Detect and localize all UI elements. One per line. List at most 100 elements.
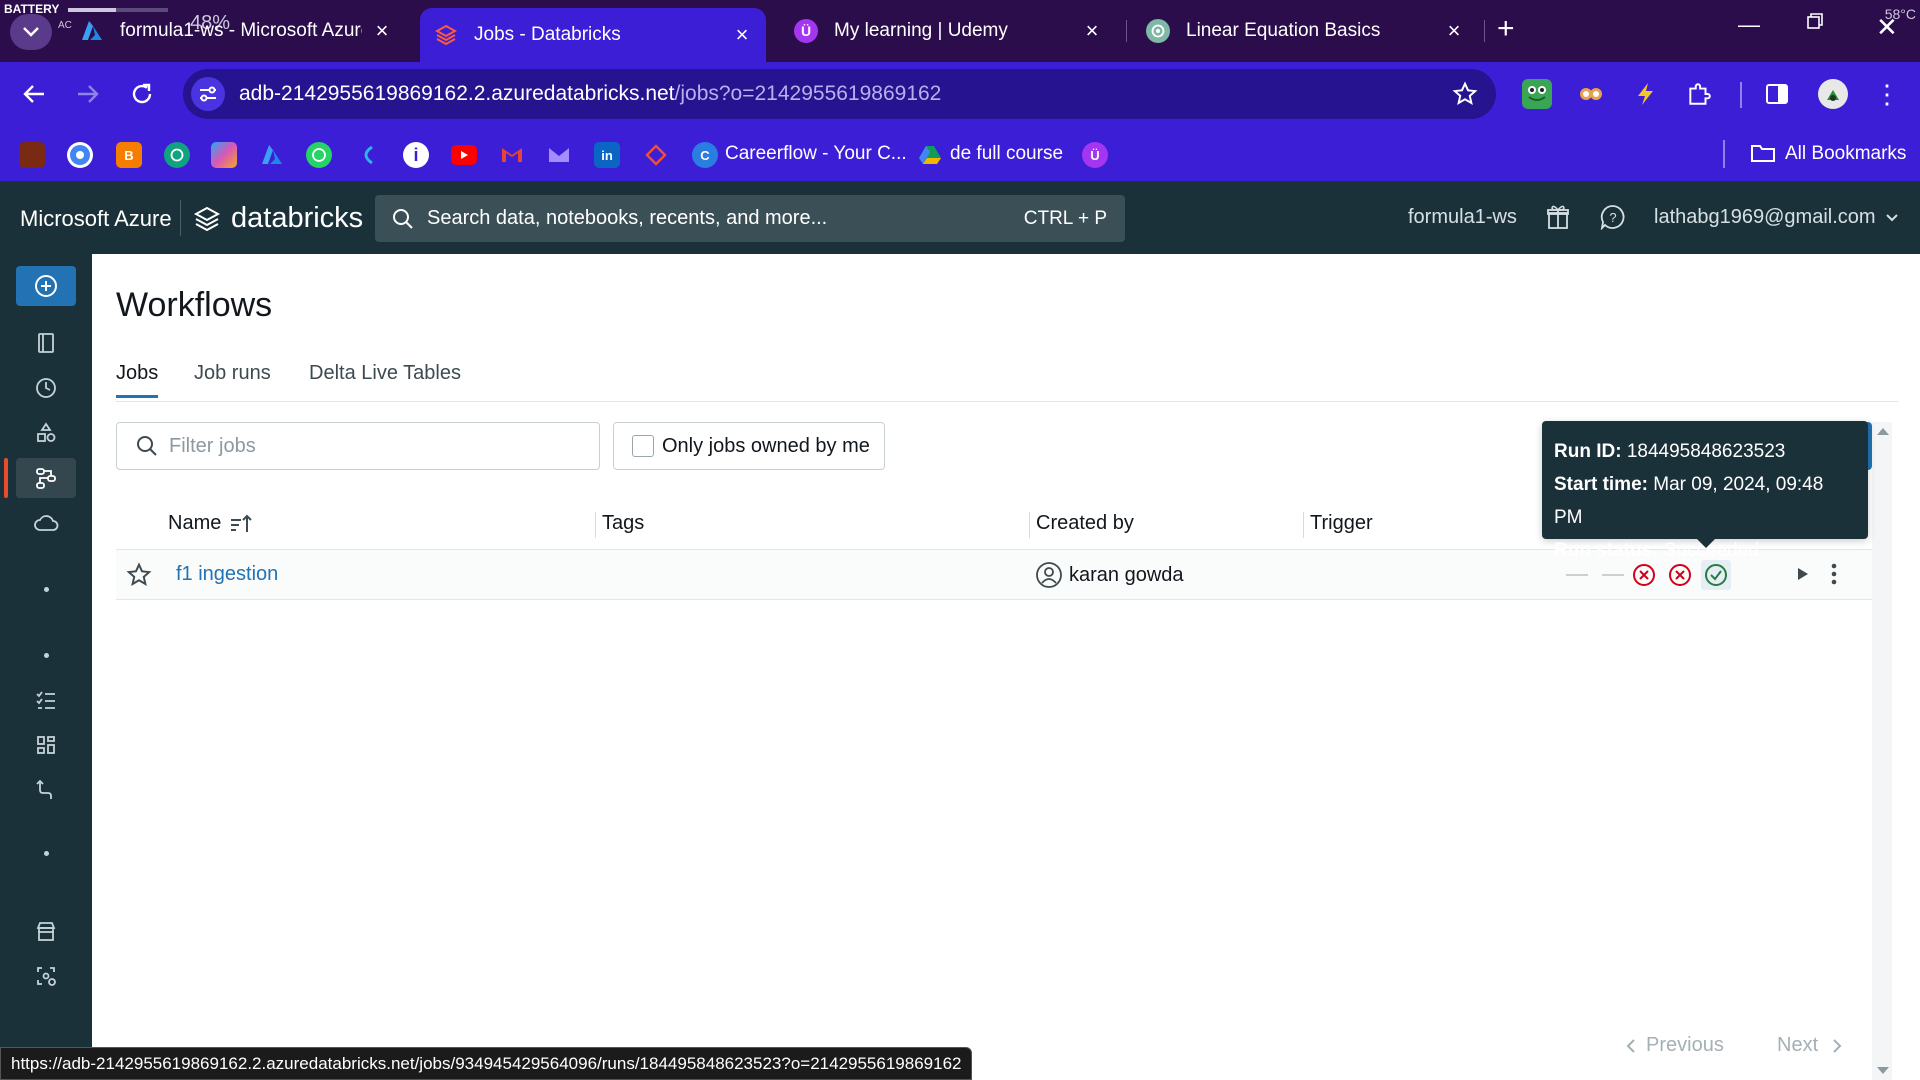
column-name[interactable]: Name: [168, 512, 253, 535]
workspace-nav-icon[interactable]: [16, 323, 76, 363]
run-status-none: [1566, 574, 1588, 576]
bookmark-git-icon[interactable]: [643, 142, 669, 168]
marketplace-store-icon[interactable]: [16, 912, 76, 952]
vertical-scrollbar[interactable]: [1872, 422, 1892, 1080]
tab-job-runs[interactable]: Job runs: [194, 362, 271, 395]
workspace-name[interactable]: formula1-ws: [1408, 206, 1517, 229]
nav-section-dot: [44, 587, 49, 592]
lightning-extension-icon[interactable]: [1630, 79, 1660, 109]
job-name-link[interactable]: f1 ingestion: [176, 563, 278, 586]
sort-ascending-icon[interactable]: [229, 513, 253, 535]
tab-delta-live-tables[interactable]: Delta Live Tables: [309, 362, 461, 395]
compute-cloud-icon[interactable]: [16, 503, 76, 543]
workflow-tabs: Jobs Job runs Delta Live Tables: [116, 362, 1898, 402]
scroll-up-arrow-icon[interactable]: [1877, 428, 1889, 435]
address-bar[interactable]: adb-2142955619869162.2.azuredatabricks.n…: [183, 69, 1496, 119]
partner-connect-icon[interactable]: [16, 956, 76, 996]
recents-clock-icon[interactable]: [16, 368, 76, 408]
owl-extension-icon[interactable]: [1576, 79, 1606, 109]
bookmark-copilot-icon[interactable]: [211, 142, 237, 168]
forward-button[interactable]: [72, 78, 104, 110]
chevron-right-icon: [1832, 1038, 1842, 1054]
new-button[interactable]: [16, 266, 76, 306]
bookmark-kaggle-icon[interactable]: [354, 142, 380, 168]
bookmark-linkedin-icon[interactable]: in: [594, 142, 620, 168]
bookmark-de-full-course[interactable]: de full course: [950, 143, 1063, 165]
user-menu[interactable]: lathabg1969@gmail.com: [1654, 206, 1899, 229]
next-page-button[interactable]: Next: [1777, 1034, 1842, 1057]
previous-page-button[interactable]: Previous: [1626, 1034, 1724, 1057]
bookmark-info-icon[interactable]: i: [403, 142, 429, 168]
bookmark-chrome-icon[interactable]: [67, 142, 93, 168]
alerts-pipeline-icon[interactable]: [16, 770, 76, 810]
tab-databricks[interactable]: Jobs - Databricks ×: [420, 8, 766, 62]
dashboards-icon[interactable]: [16, 725, 76, 765]
brand-name: databricks: [231, 202, 364, 234]
search-icon: [135, 434, 159, 458]
favorite-star-icon[interactable]: [126, 562, 152, 588]
scroll-down-arrow-icon[interactable]: [1877, 1067, 1889, 1074]
bookmark-whatsapp-icon[interactable]: [306, 142, 332, 168]
workflows-nav-icon[interactable]: [16, 458, 76, 498]
filter-jobs-input[interactable]: Filter jobs: [116, 422, 600, 470]
bookmark-photo-icon[interactable]: [19, 142, 45, 168]
side-panel-icon[interactable]: [1762, 79, 1792, 109]
all-bookmarks-link[interactable]: All Bookmarks: [1785, 143, 1906, 165]
bookmark-youtube-icon[interactable]: [451, 145, 477, 165]
job-creator: karan gowda: [1035, 561, 1184, 589]
catalog-shapes-icon[interactable]: [16, 413, 76, 453]
site-info-icon[interactable]: [191, 77, 225, 111]
column-name-label: Name: [168, 512, 222, 534]
owned-by-me-checkbox[interactable]: [632, 435, 654, 457]
careerflow-icon[interactable]: C: [692, 142, 718, 168]
extensions-puzzle-icon[interactable]: [1684, 79, 1714, 109]
bookmark-azure-icon[interactable]: [259, 142, 285, 168]
restore-button[interactable]: [1806, 12, 1824, 30]
start-time-label: Start time:: [1554, 474, 1648, 495]
bookmark-star-icon[interactable]: [1452, 81, 1478, 107]
column-resize-handle[interactable]: [595, 512, 596, 538]
bookmark-proton-mail-icon[interactable]: [546, 142, 572, 168]
tab-chatgpt[interactable]: Linear Equation Basics ×: [1132, 10, 1478, 52]
bookmarks-bar: B i in C Careerflow - Your C... de full …: [0, 126, 1920, 182]
frog-extension-icon[interactable]: [1522, 79, 1552, 109]
column-resize-handle[interactable]: [1303, 512, 1304, 538]
tab-jobs[interactable]: Jobs: [116, 362, 159, 398]
close-tab-icon[interactable]: ×: [1444, 20, 1464, 42]
arrow-left-icon: [23, 85, 44, 103]
bookmark-blogger-icon[interactable]: B: [116, 142, 142, 168]
tab-azure[interactable]: formula1-ws - Microsoft Azure ×: [66, 10, 406, 52]
global-search-input[interactable]: Search data, notebooks, recents, and mor…: [375, 195, 1125, 242]
close-tab-icon[interactable]: ×: [732, 24, 752, 46]
minimize-button[interactable]: —: [1738, 12, 1760, 38]
queries-list-icon[interactable]: [16, 680, 76, 720]
bookmark-chatgpt-icon[interactable]: [164, 142, 190, 168]
column-resize-handle[interactable]: [1029, 512, 1030, 538]
reload-button[interactable]: [126, 78, 158, 110]
owned-by-me-toggle[interactable]: Only jobs owned by me: [613, 422, 885, 470]
profile-avatar[interactable]: [1818, 79, 1848, 109]
close-window-button[interactable]: ✕: [1876, 12, 1898, 43]
new-tab-button[interactable]: +: [1497, 14, 1515, 44]
databricks-logo[interactable]: databricks: [193, 202, 363, 235]
azure-icon: [80, 19, 104, 43]
tab-udemy[interactable]: Ü My learning | Udemy ×: [780, 10, 1116, 52]
bookmark-udemy-icon[interactable]: Ü: [1082, 142, 1108, 168]
run-status-label: Run status:: [1554, 540, 1659, 561]
help-icon[interactable]: ?: [1600, 204, 1626, 230]
bookmark-careerflow[interactable]: Careerflow - Your C...: [725, 143, 907, 165]
back-button[interactable]: [18, 78, 50, 110]
browser-menu-icon[interactable]: ⋮: [1872, 79, 1902, 109]
gift-icon[interactable]: [1546, 204, 1570, 230]
tab-search-button[interactable]: [10, 14, 52, 50]
run-now-play-icon[interactable]: [1792, 564, 1812, 584]
google-drive-icon[interactable]: [917, 142, 943, 168]
user-avatar-icon: [1035, 561, 1063, 589]
owned-by-me-label: Only jobs owned by me: [662, 434, 870, 457]
svg-text:?: ?: [1609, 210, 1616, 225]
bookmark-gmail-icon[interactable]: [499, 142, 525, 168]
reload-icon: [132, 83, 152, 104]
close-tab-icon[interactable]: ×: [372, 20, 392, 42]
close-tab-icon[interactable]: ×: [1082, 20, 1102, 42]
active-nav-indicator: [4, 458, 8, 498]
